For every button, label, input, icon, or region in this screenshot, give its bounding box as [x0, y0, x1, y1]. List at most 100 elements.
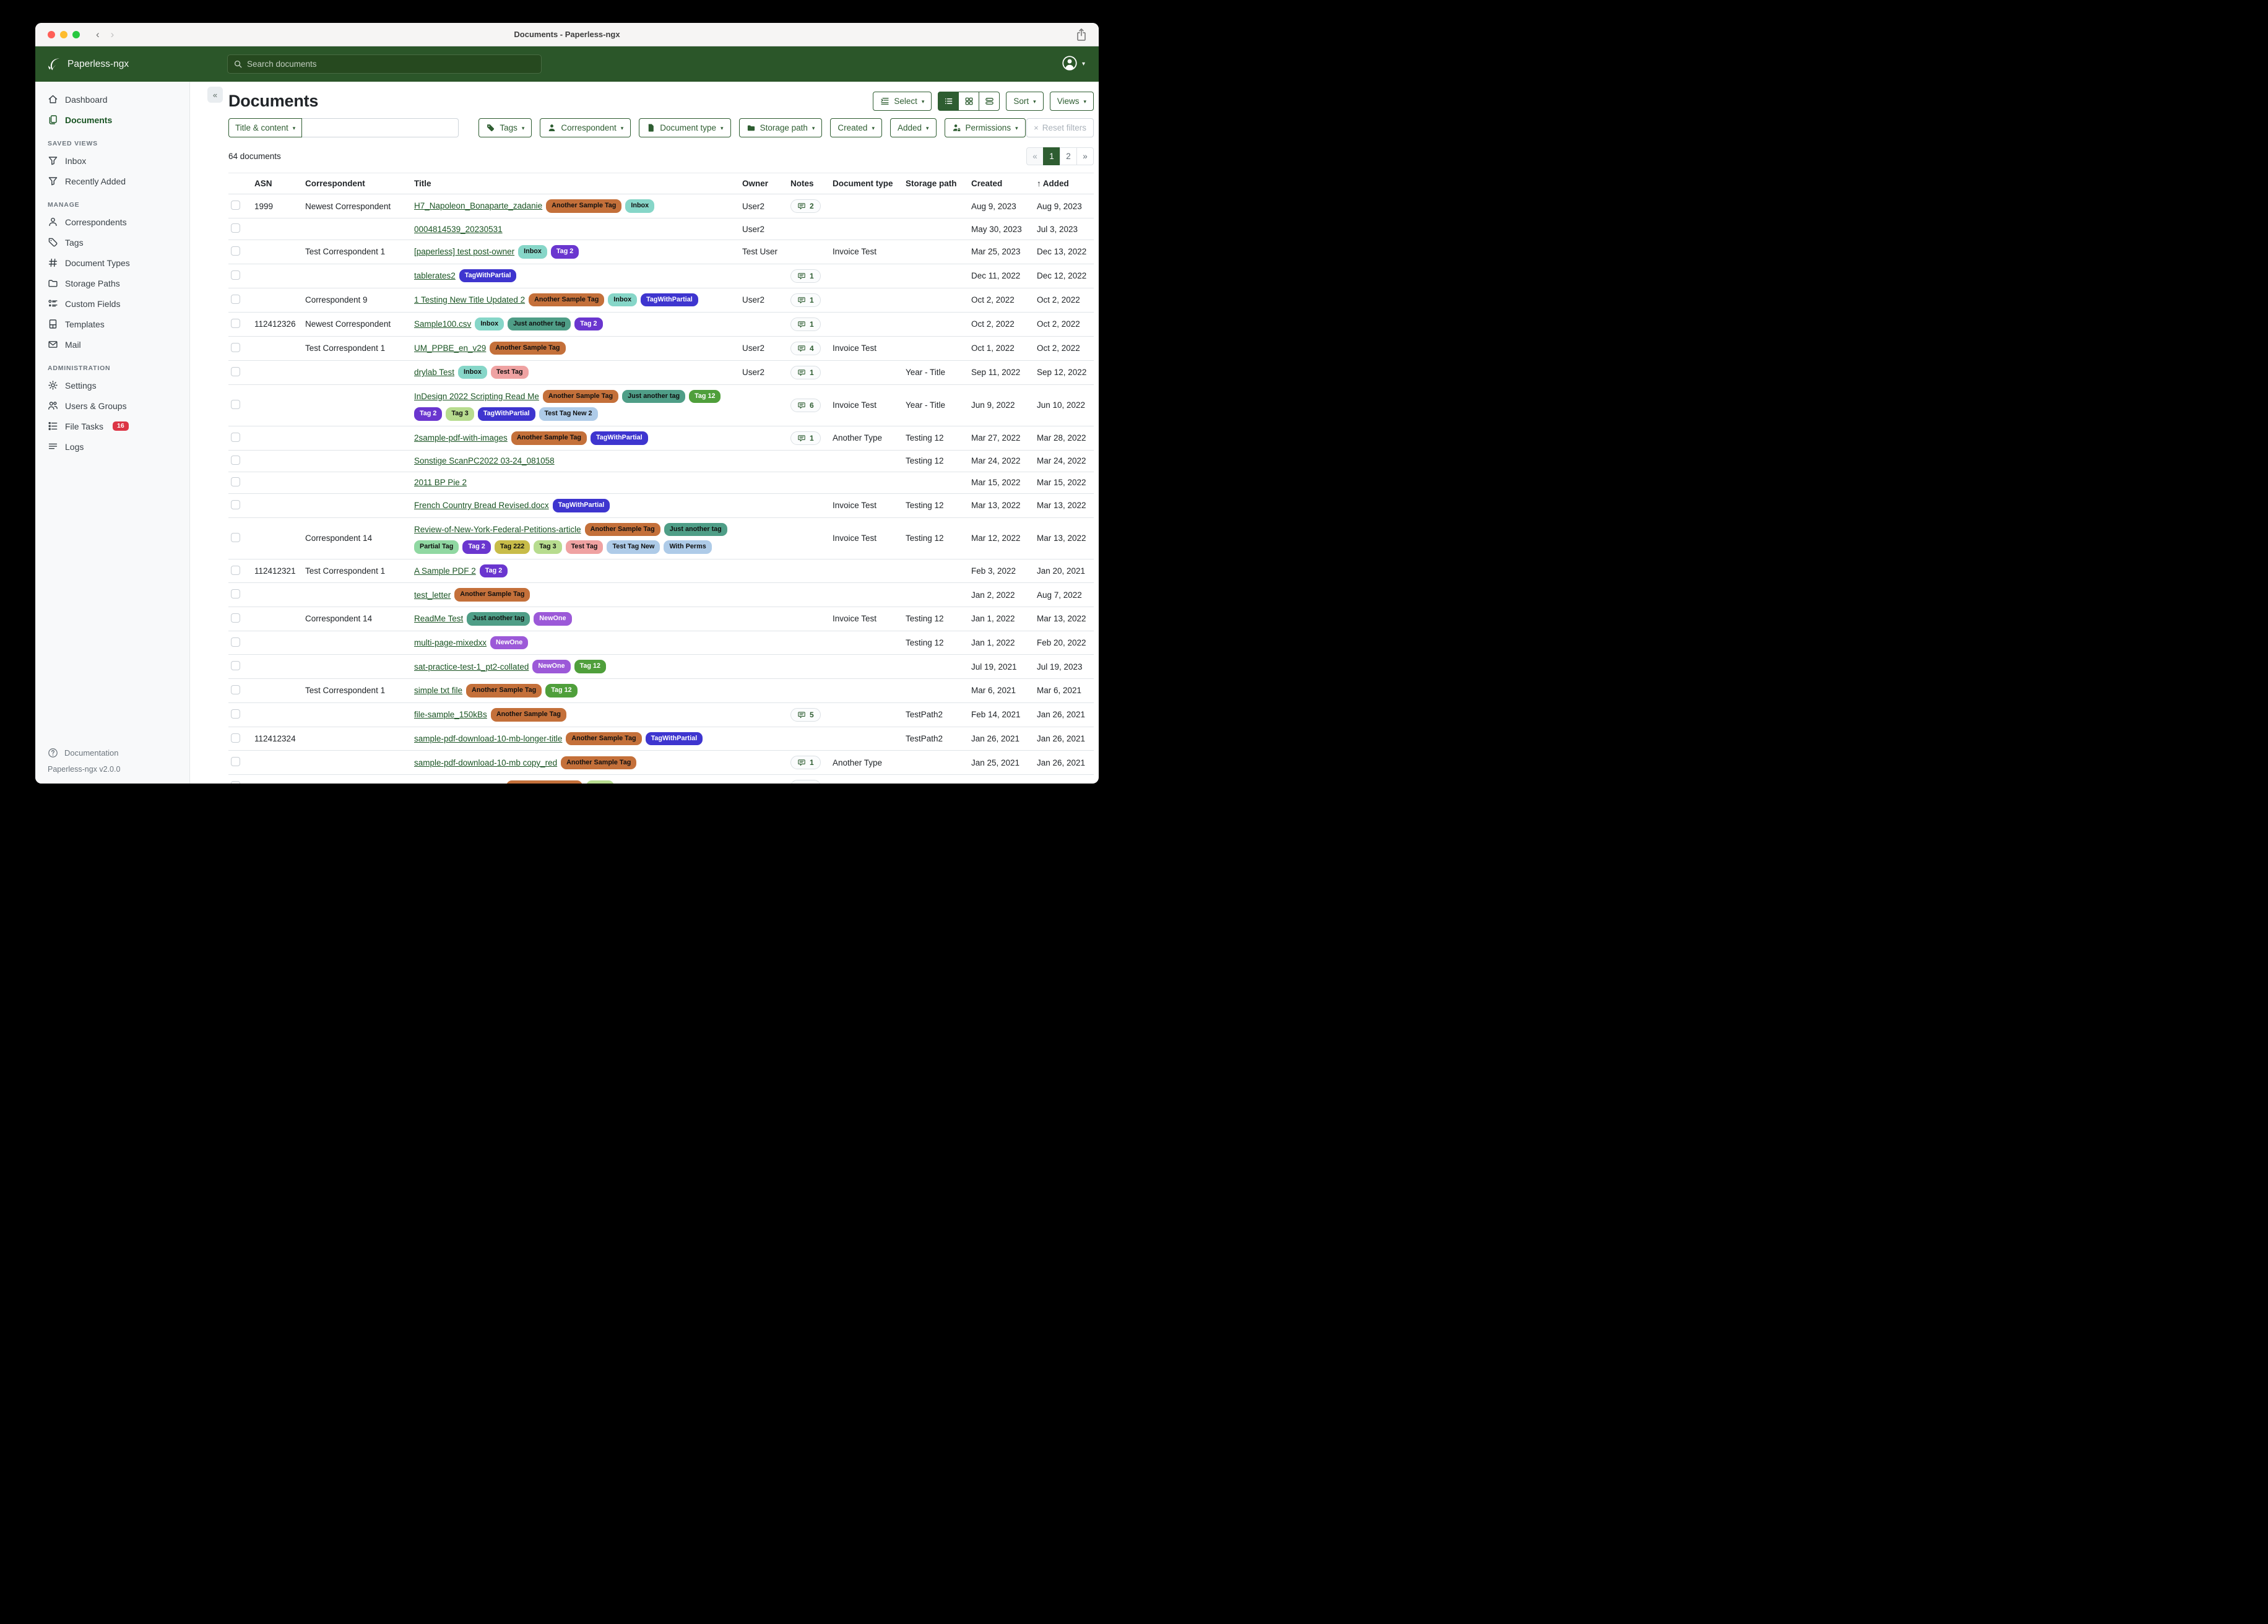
tag-pill[interactable]: Another Sample Tag — [546, 199, 621, 213]
row-checkbox[interactable] — [231, 685, 240, 694]
tag-pill[interactable]: Tag 12 — [574, 660, 606, 673]
tag-pill[interactable]: Inbox — [625, 199, 654, 213]
tag-pill[interactable]: Tag 2 — [480, 564, 508, 578]
tag-pill[interactable]: Another Sample Tag — [543, 390, 618, 404]
row-checkbox[interactable] — [231, 500, 240, 509]
search-input[interactable] — [247, 59, 535, 69]
tag-pill[interactable]: Just another tag — [467, 612, 530, 626]
column-header-notes[interactable]: Notes — [788, 173, 828, 194]
sidebar-item-correspondents[interactable]: Correspondents — [35, 212, 189, 232]
tag-pill[interactable]: Test Tag New — [607, 540, 660, 554]
column-header-owner[interactable]: Owner — [740, 173, 786, 194]
sidebar-item-documentation[interactable]: Documentation — [48, 748, 177, 758]
row-checkbox[interactable] — [231, 781, 240, 784]
filter-tags-button[interactable]: Tags▾ — [478, 118, 532, 137]
tag-pill[interactable]: TagWithPartial — [591, 431, 648, 445]
sidebar-item-storage-paths[interactable]: Storage Paths — [35, 273, 189, 293]
tag-pill[interactable]: Another Sample Tag — [454, 588, 530, 602]
row-checkbox[interactable] — [231, 400, 240, 409]
tag-pill[interactable]: Tag 3 — [534, 540, 561, 554]
tag-pill[interactable]: Inbox — [608, 293, 637, 307]
tag-pill[interactable]: Test Tag New 2 — [539, 407, 598, 421]
document-title-link[interactable]: H7_Napoleon_Bonaparte_zadanie — [414, 201, 542, 210]
column-header-document-type[interactable]: Document type — [830, 173, 901, 194]
tag-pill[interactable]: Another Sample Tag — [506, 780, 582, 784]
filter-permissions-button[interactable]: Permissions▾ — [945, 118, 1026, 137]
notes-badge[interactable]: 1 — [790, 317, 821, 331]
notes-badge[interactable]: 1 — [790, 293, 821, 307]
filter-document-type-button[interactable]: Document type▾ — [639, 118, 730, 137]
tag-pill[interactable]: Another Sample Tag — [511, 431, 587, 445]
filter-correspondent-button[interactable]: Correspondent▾ — [540, 118, 631, 137]
tag-pill[interactable]: Just another tag — [664, 523, 727, 537]
reset-filters-button[interactable]: × Reset filters — [1026, 118, 1094, 137]
page-1-button[interactable]: 1 — [1043, 147, 1060, 165]
row-checkbox[interactable] — [231, 477, 240, 486]
document-title-link[interactable]: Sonstige ScanPC2022 03-24_081058 — [414, 456, 555, 465]
tag-pill[interactable]: Another Sample Tag — [491, 708, 566, 722]
tag-pill[interactable]: NewOne — [534, 612, 571, 626]
sidebar-item-mail[interactable]: Mail — [35, 334, 189, 355]
tag-pill[interactable]: Just another tag — [508, 317, 571, 331]
document-title-link[interactable]: A Sample PDF 2 — [414, 566, 476, 576]
tag-pill[interactable]: Another Sample Tag — [566, 732, 641, 746]
document-title-link[interactable]: French Country Bread Revised.docx — [414, 501, 549, 510]
notes-badge[interactable]: 6 — [790, 399, 821, 412]
sidebar-item-custom-fields[interactable]: Custom Fields — [35, 293, 189, 314]
user-menu[interactable]: ▾ — [1062, 55, 1085, 71]
tag-pill[interactable]: TagWithPartial — [553, 499, 610, 512]
page-first-button[interactable]: « — [1026, 147, 1044, 165]
row-checkbox[interactable] — [231, 270, 240, 280]
filter-storage-path-button[interactable]: Storage path▾ — [739, 118, 823, 137]
document-title-link[interactable]: tablerates2 — [414, 271, 456, 280]
column-header-added[interactable]: ↑Added — [1034, 173, 1094, 194]
detail-view-button[interactable] — [979, 92, 1000, 111]
document-title-link[interactable]: ReadMe Test — [414, 614, 463, 623]
document-title-link[interactable]: UM_PPBE_en_v29 — [414, 343, 486, 353]
sidebar-item-settings[interactable]: Settings — [35, 375, 189, 395]
sort-button[interactable]: Sort ▾ — [1006, 92, 1043, 111]
filter-text-input[interactable] — [302, 118, 459, 137]
tag-pill[interactable]: Tag 12 — [689, 390, 721, 404]
row-checkbox[interactable] — [231, 589, 240, 598]
column-header-storage-path[interactable]: Storage path — [903, 173, 966, 194]
page-2-button[interactable]: 2 — [1060, 147, 1077, 165]
notes-badge[interactable]: 1 — [790, 431, 821, 445]
tag-pill[interactable]: Tag 2 — [414, 407, 442, 421]
tag-pill[interactable]: Tag 3 — [586, 780, 614, 784]
row-checkbox[interactable] — [231, 733, 240, 743]
tag-pill[interactable]: Another Sample Tag — [466, 684, 542, 698]
row-checkbox[interactable] — [231, 533, 240, 542]
row-checkbox[interactable] — [231, 637, 240, 647]
sidebar-item-documents[interactable]: Documents — [35, 110, 189, 130]
select-button[interactable]: Select ▾ — [873, 92, 932, 111]
sidebar-item-templates[interactable]: Templates — [35, 314, 189, 334]
document-title-link[interactable]: sample-pdf-download-10-mb-longer-title — [414, 734, 562, 743]
tag-pill[interactable]: TagWithPartial — [459, 269, 517, 283]
document-title-link[interactable]: [paperless] test post-owner — [414, 247, 514, 256]
sidebar-item-logs[interactable]: Logs — [35, 436, 189, 457]
notes-badge[interactable]: 4 — [790, 780, 821, 784]
document-title-link[interactable]: 2sample-pdf-with-images — [414, 433, 508, 443]
tag-pill[interactable]: Partial Tag — [414, 540, 459, 554]
row-checkbox[interactable] — [231, 433, 240, 442]
document-title-link[interactable]: multi-page-mixedxx — [414, 638, 487, 647]
row-checkbox[interactable] — [231, 709, 240, 719]
tag-pill[interactable]: Test Tag — [566, 540, 604, 554]
tag-pill[interactable]: With Perms — [664, 540, 711, 554]
sidebar-item-users-groups[interactable]: Users & Groups — [35, 395, 189, 416]
notes-badge[interactable]: 1 — [790, 756, 821, 769]
share-icon[interactable] — [1075, 28, 1088, 41]
document-title-link[interactable]: Sample100.csv — [414, 319, 471, 329]
notes-badge[interactable]: 5 — [790, 708, 821, 722]
tag-pill[interactable]: Another Sample Tag — [585, 523, 660, 537]
filter-field-select[interactable]: Title & content ▾ — [228, 118, 302, 137]
tag-pill[interactable]: Another Sample Tag — [561, 756, 636, 770]
row-checkbox[interactable] — [231, 246, 240, 256]
tag-pill[interactable]: Inbox — [518, 245, 547, 259]
filter-added-button[interactable]: Added▾ — [890, 118, 937, 137]
notes-badge[interactable]: 4 — [790, 342, 821, 355]
document-title-link[interactable]: 1 Testing New Title Updated 2 — [414, 295, 525, 304]
row-checkbox[interactable] — [231, 757, 240, 766]
notes-badge[interactable]: 1 — [790, 366, 821, 379]
